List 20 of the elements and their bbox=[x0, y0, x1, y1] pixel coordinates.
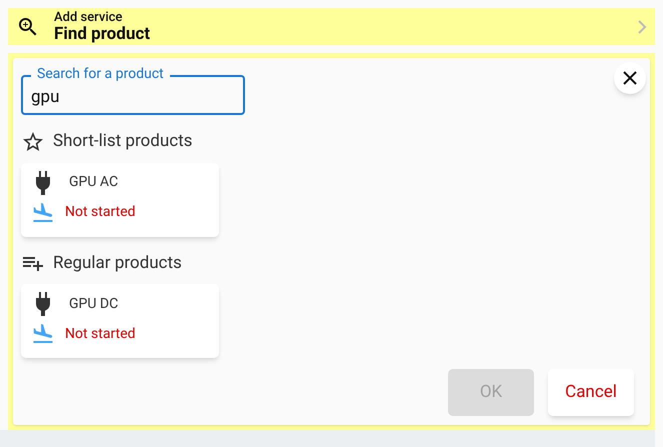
product-card[interactable]: GPU DC Not started bbox=[21, 284, 219, 358]
header-subtitle: Add service bbox=[54, 10, 124, 24]
product-status: Not started bbox=[65, 203, 136, 222]
plug-icon bbox=[35, 170, 51, 194]
close-icon bbox=[623, 71, 637, 85]
cancel-button[interactable]: Cancel bbox=[548, 369, 634, 416]
header-title: Find product bbox=[54, 26, 151, 42]
product-status: Not started bbox=[65, 324, 136, 344]
product-card[interactable]: GPU AC Not started bbox=[21, 162, 219, 236]
search-label: Search for a product bbox=[31, 65, 170, 83]
product-name: GPU DC bbox=[69, 294, 118, 314]
plane-landing-icon bbox=[31, 322, 55, 346]
plug-icon bbox=[35, 292, 51, 316]
header-bar[interactable]: Add service Find product bbox=[8, 8, 655, 45]
chevron-right-icon bbox=[637, 18, 647, 34]
close-button[interactable] bbox=[614, 62, 646, 94]
section-heading: Regular products bbox=[53, 252, 182, 274]
section-heading: Short-list products bbox=[53, 130, 192, 153]
plane-landing-icon bbox=[31, 200, 55, 224]
product-name: GPU AC bbox=[69, 173, 118, 192]
